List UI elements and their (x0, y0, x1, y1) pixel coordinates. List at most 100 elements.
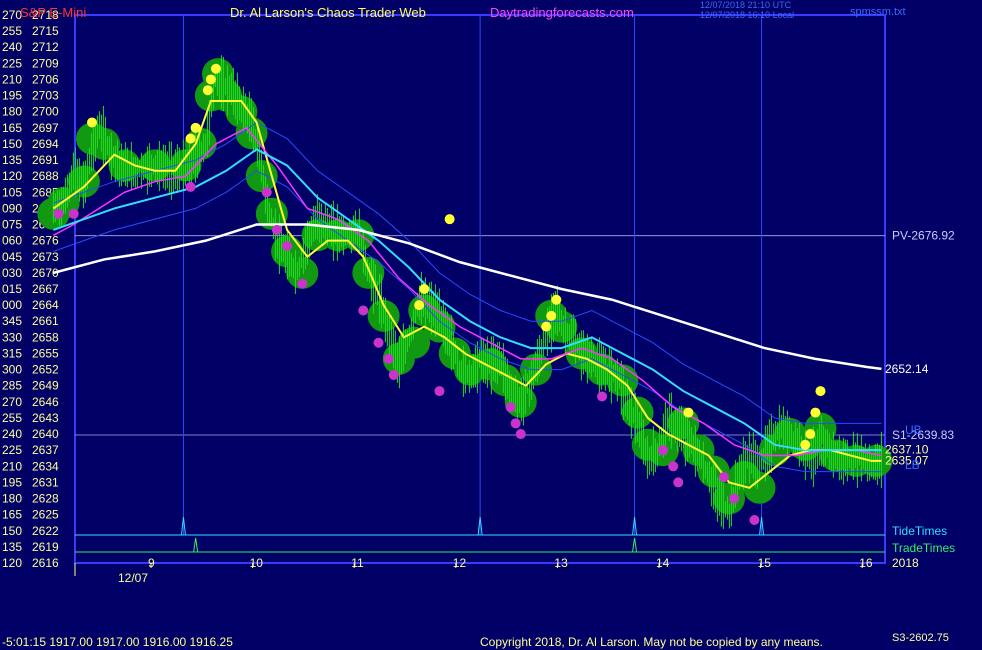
y-tick-angle: 330 (2, 330, 22, 344)
y-tick-angle: 255 (2, 24, 22, 38)
right-price-label: LB (905, 458, 920, 472)
y-tick-price: 2664 (32, 298, 59, 312)
status-readout: -5:01:15 1917.00 1917.00 1916.00 1916.25 (2, 635, 233, 649)
y-tick-angle: 300 (2, 363, 22, 377)
magenta-dot (597, 391, 608, 402)
y-tick-angle: 180 (2, 105, 22, 119)
y-tick-angle: 180 (2, 492, 22, 506)
y-tick-price: 2688 (32, 169, 59, 183)
y-tick-angle: 105 (2, 185, 22, 199)
y-tick-price: 2616 (32, 556, 59, 570)
magenta-dot (749, 515, 760, 526)
y-tick-angle: 120 (2, 556, 22, 570)
magenta-dot (658, 445, 668, 456)
site-title: Dr. Al Larson's Chaos Trader Web (230, 5, 426, 20)
price-chart: 270 2718255 2715240 2712225 2709210 2706195 27… (2, 0, 955, 649)
y-tick-angle: 270 (2, 395, 22, 409)
year-label: 2018 (892, 556, 919, 570)
trade-spike (193, 537, 199, 553)
right-price-label: UB (905, 423, 922, 437)
y-tick-angle: 135 (2, 153, 22, 167)
magenta-dot (383, 353, 394, 364)
magenta-dot (718, 472, 729, 483)
price-halo (37, 58, 893, 515)
y-tick-price: 2640 (32, 427, 59, 441)
y-tick-angle: 150 (2, 524, 22, 538)
y-tick-price: 2649 (32, 379, 59, 393)
yellow-dot (210, 63, 221, 74)
right-price-label: 2652.14 (885, 362, 929, 376)
yellow-dot (419, 284, 430, 294)
y-tick-angle: 225 (2, 443, 22, 457)
y-axis: 270 2718255 2715240 2712225 2709210 2706195 27… (2, 8, 59, 570)
reference-label: PV-2676.92 (892, 229, 955, 243)
mid-line (53, 126, 882, 457)
y-tick-angle: 045 (2, 250, 22, 264)
x-axis: 91011121314151612/072018 (74, 556, 919, 585)
x-tick-label: 10 (250, 556, 264, 570)
y-tick-price: 2625 (32, 508, 59, 522)
yellow-dot (541, 321, 552, 332)
magenta-dot (261, 187, 272, 198)
y-tick-angle: 225 (2, 56, 22, 70)
y-tick-price: 2712 (32, 40, 59, 54)
band-line (53, 170, 882, 473)
y-tick-angle: 120 (2, 169, 22, 183)
copyright: Copyright 2018, Dr. Al Larson. May not b… (480, 635, 823, 649)
y-tick-angle: 030 (2, 266, 22, 280)
y-tick-angle: 345 (2, 314, 22, 328)
yellow-dot (190, 122, 201, 133)
timing-lines: TideTimes TradeTimes (75, 516, 955, 555)
y-tick-angle: 210 (2, 459, 22, 473)
y-tick-angle: 060 (2, 234, 22, 248)
date-label: 12/07 (118, 571, 148, 585)
y-tick-price: 2691 (32, 153, 59, 167)
x-tick-label: 15 (758, 556, 772, 570)
yellow-dot (810, 407, 821, 418)
y-tick-angle: 210 (2, 72, 22, 86)
y-tick-price: 2628 (32, 492, 59, 506)
reference-label: S1-2639.83 (892, 428, 954, 442)
y-tick-angle: 255 (2, 411, 22, 425)
y-tick-price: 2676 (32, 234, 59, 248)
magenta-dot (53, 208, 64, 219)
yellow-dot (800, 439, 811, 450)
magenta-dot (271, 224, 282, 235)
magenta-dot (668, 461, 679, 472)
yellow-dot (87, 117, 98, 128)
yellow-dot (185, 133, 196, 144)
yellow-dot (683, 407, 694, 418)
site-url[interactable]: Daytradingforecasts.com (490, 5, 634, 20)
magenta-dot (505, 402, 516, 413)
y-tick-price: 2667 (32, 282, 59, 296)
x-tick-label: 14 (656, 556, 670, 570)
y-tick-price: 2637 (32, 443, 59, 457)
y-tick-price: 2709 (32, 56, 59, 70)
y-tick-price: 2643 (32, 411, 59, 425)
x-tick-label: 12 (453, 556, 467, 570)
tide-times-label: TideTimes (892, 524, 947, 538)
y-tick-price: 2658 (32, 330, 59, 344)
y-tick-price: 2694 (32, 137, 59, 151)
y-tick-price: 2715 (32, 24, 59, 38)
yellow-dot (805, 429, 816, 440)
local-time: 12/07/2018 16:10 Local (700, 10, 794, 20)
y-tick-angle: 075 (2, 218, 22, 232)
y-tick-angle: 135 (2, 540, 22, 554)
y-tick-price: 2673 (32, 250, 59, 264)
y-tick-price: 2652 (32, 363, 59, 377)
y-tick-angle: 000 (2, 298, 22, 312)
utc-time: 12/07/2018 21:10 UTC (700, 0, 792, 10)
y-tick-angle: 165 (2, 121, 22, 135)
y-tick-price: 2631 (32, 475, 59, 489)
y-tick-price: 2661 (32, 314, 59, 328)
yellow-dot (551, 294, 562, 305)
magenta-dot (185, 181, 196, 192)
magenta-dot (297, 278, 308, 289)
y-tick-angle: 165 (2, 508, 22, 522)
y-tick-price: 2655 (32, 346, 59, 360)
y-tick-price: 2706 (32, 72, 59, 86)
yellow-dot (444, 214, 455, 225)
y-tick-angle: 195 (2, 89, 22, 103)
x-tick-label: 11 (351, 556, 364, 570)
